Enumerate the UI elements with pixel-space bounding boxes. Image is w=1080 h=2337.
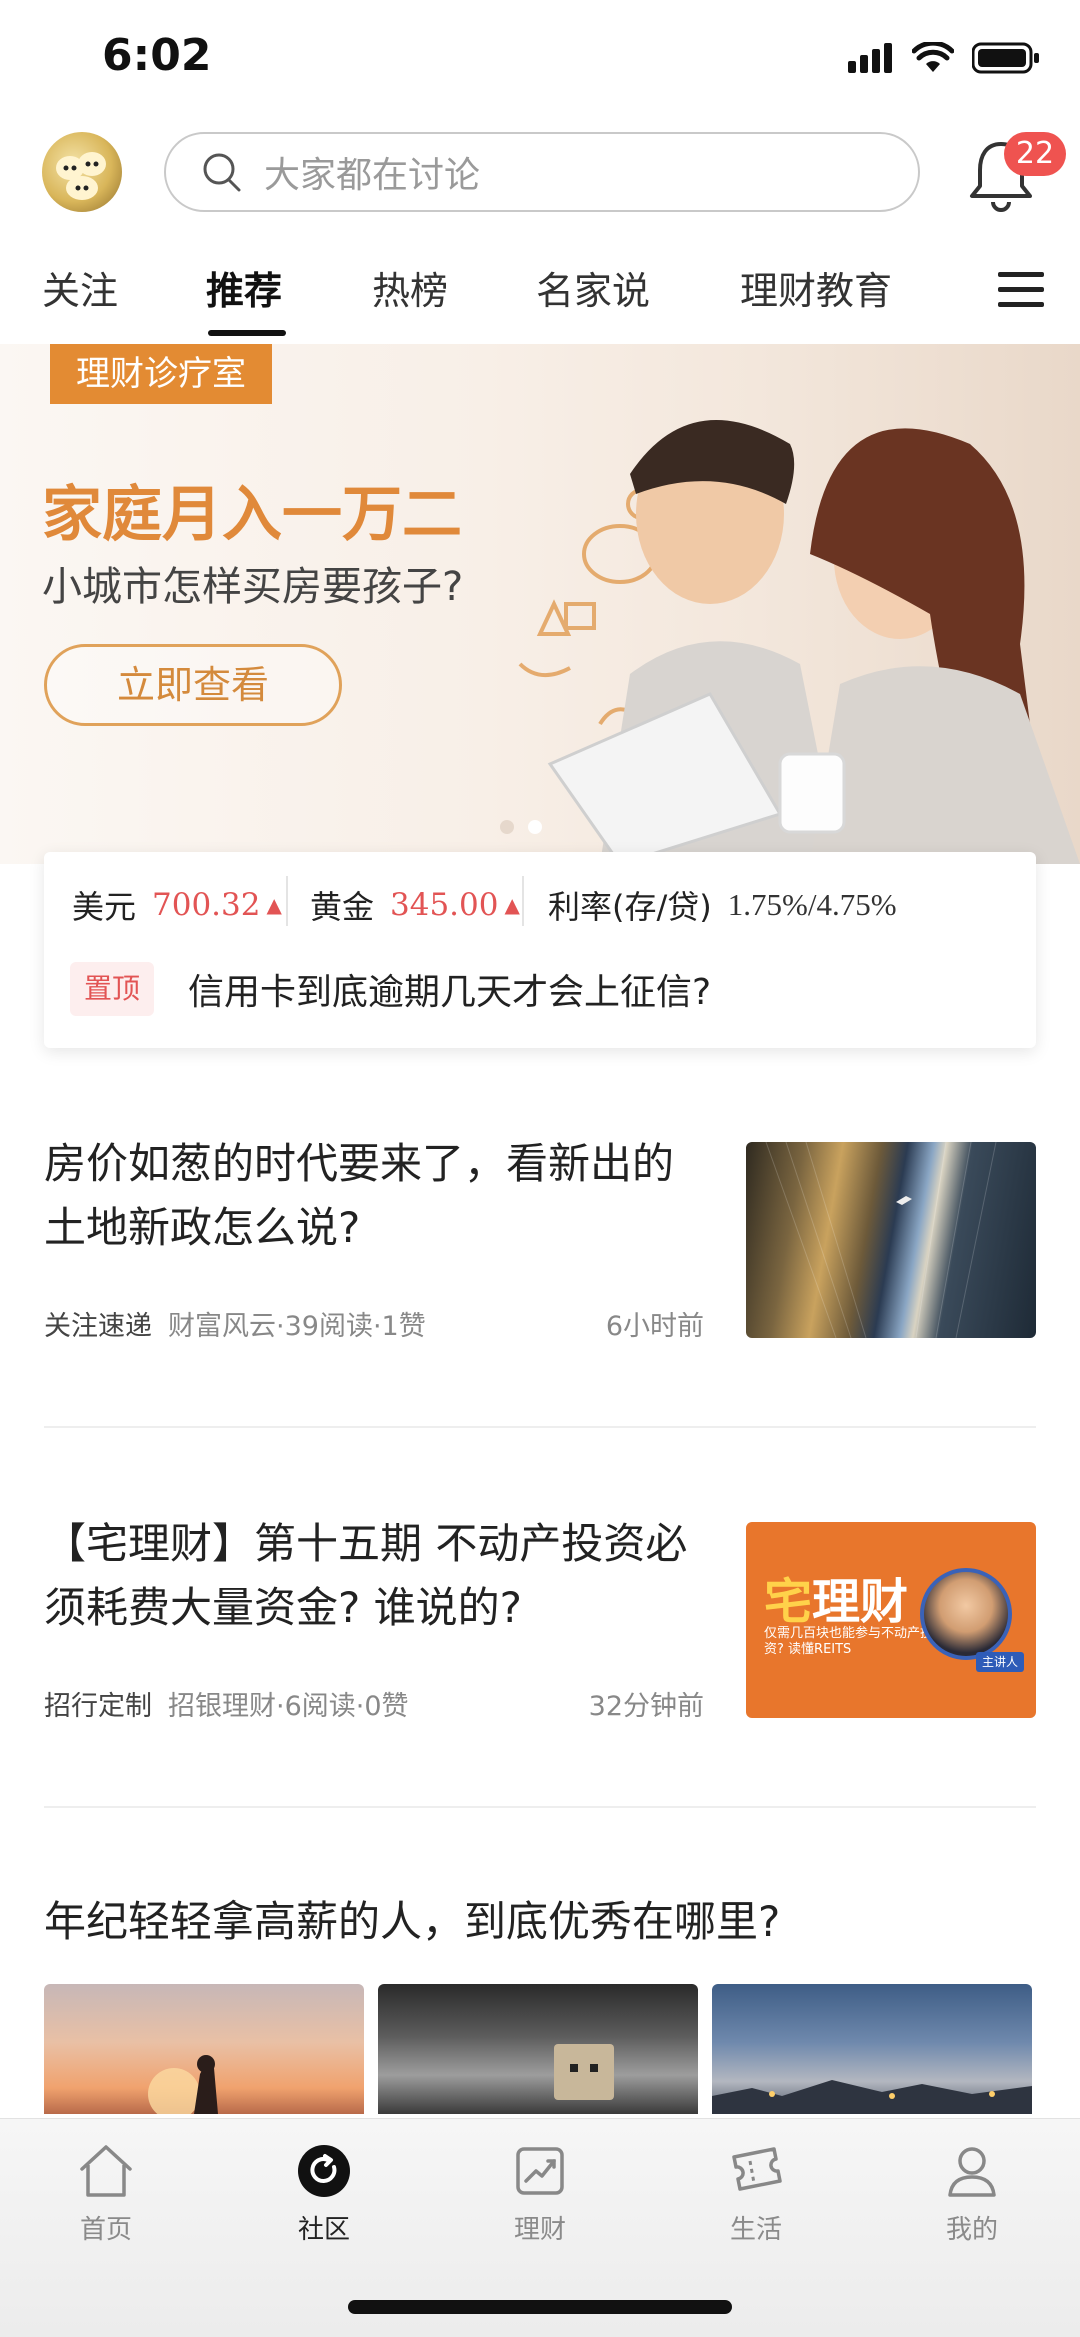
banner-tag: 理财诊疗室 <box>50 344 272 404</box>
article-photo <box>378 1984 698 2114</box>
quote-rate-label: 利率(存/贷) <box>548 888 712 926</box>
home-indicator[interactable] <box>348 2300 732 2314</box>
article-time: 6小时前 <box>605 1311 704 1342</box>
article-time: 32分钟前 <box>588 1691 704 1722</box>
pinned-badge: 置顶 <box>70 962 155 1016</box>
article-title: 年纪轻轻拿高薪的人，到底优秀在哪里? <box>44 1897 781 1946</box>
banner-subtitle: 小城市怎样买房要孩子? <box>42 564 464 610</box>
article-source-tag: 招行定制 <box>44 1691 152 1722</box>
article-title: 【宅理财】第十五期 不动产投资必须耗费大量资金? 谁说的? <box>44 1519 688 1632</box>
person-icon <box>948 2147 996 2197</box>
status-time: 6:02 <box>102 30 212 81</box>
city-dusk-image-icon <box>712 2080 1032 2114</box>
tabbar-finance[interactable]: 理财 <box>470 2139 610 2246</box>
banner-title: 家庭月入一万二 <box>42 480 462 550</box>
tab-famous-voices[interactable]: 名家说 <box>536 260 650 315</box>
article-stats: 招银理财·6阅读·0赞 <box>168 1691 409 1722</box>
skyscraper-image-icon <box>765 1142 997 1338</box>
article-thumbnail <box>746 1142 1036 1338</box>
presenter-portrait <box>920 1568 1012 1660</box>
tabbar-label: 首页 <box>79 2215 132 2245</box>
article-card[interactable]: 房价如葱的时代要来了，看新出的土地新政怎么说? 关注速递 财富风云·39阅读·1赞… <box>44 1132 1036 1342</box>
trend-up-icon: ▲ <box>504 893 520 917</box>
battery-icon <box>972 42 1039 74</box>
tabbar-life[interactable]: 生活 <box>686 2139 826 2246</box>
article-stats: 财富风云·39阅读·1赞 <box>168 1311 426 1342</box>
search-placeholder: 大家都在讨论 <box>264 155 481 196</box>
divider <box>522 876 524 926</box>
promo-banner[interactable]: 理财诊疗室 家庭月入一万二 小城市怎样买房要孩子? 立即查看 <box>0 344 1080 864</box>
banner-couple-illustration <box>518 420 1080 864</box>
article-card[interactable]: 【宅理财】第十五期 不动产投资必须耗费大量资金? 谁说的? 招行定制 招银理财·6… <box>44 1512 1036 1722</box>
tab-finance-education[interactable]: 理财教育 <box>740 260 892 315</box>
quote-rate[interactable]: 利率(存/贷) 1.75%/4.75% <box>548 882 897 928</box>
article-photo <box>44 1984 364 2114</box>
search-icon <box>203 153 241 192</box>
wifi-icon <box>912 42 954 72</box>
pinned-post[interactable]: 置顶 信用卡到底逾期几天才会上征信? <box>70 962 711 1016</box>
article-meta: 关注速递 财富风云·39阅读·1赞 6小时前 <box>44 1304 704 1343</box>
tabbar-label: 社区 <box>297 2215 350 2245</box>
banner-pagination <box>500 820 542 834</box>
quote-usd[interactable]: 美元 700.32 ▲ <box>72 882 282 928</box>
quote-gold-value: 345.00 <box>390 887 499 923</box>
tabbar-label: 我的 <box>945 2215 998 2245</box>
pagination-dot-active <box>528 820 542 834</box>
divider <box>44 1806 1036 1808</box>
article-photo-row <box>44 1984 1036 2114</box>
article-card[interactable]: 年纪轻轻拿高薪的人，到底优秀在哪里? <box>44 1890 1036 1960</box>
article-source-tag: 关注速递 <box>44 1311 152 1342</box>
notification-badge: 22 <box>1004 132 1066 176</box>
tab-hot-list[interactable]: 热榜 <box>372 260 448 315</box>
pagination-dot <box>500 820 514 834</box>
tabbar-label: 理财 <box>513 2215 566 2245</box>
thumbnail-title: 宅理财 <box>764 1574 909 1630</box>
search-input[interactable]: 大家都在讨论 <box>164 132 920 212</box>
avatar-image-icon <box>56 152 106 200</box>
article-meta: 招行定制 招银理财·6阅读·0赞 32分钟前 <box>44 1684 704 1723</box>
finance-chart-icon <box>516 2147 564 2195</box>
status-bar: 6:02 <box>0 0 1080 118</box>
home-icon <box>80 2145 132 2197</box>
community-icon <box>298 2145 350 2197</box>
robot-toy-image-icon <box>554 2044 614 2100</box>
quote-usd-value: 700.32 <box>152 887 261 923</box>
avatar[interactable] <box>42 132 122 212</box>
tabbar-me[interactable]: 我的 <box>902 2139 1042 2246</box>
tab-recommend[interactable]: 推荐 <box>206 260 282 315</box>
tabbar-label: 生活 <box>729 2215 782 2245</box>
menu-icon[interactable] <box>996 270 1046 310</box>
article-title: 房价如葱的时代要来了，看新出的土地新政怎么说? <box>44 1139 675 1252</box>
quote-gold[interactable]: 黄金 345.00 ▲ <box>310 882 520 928</box>
search-header: 大家都在讨论 22 <box>0 124 1080 224</box>
status-icons <box>848 40 1040 76</box>
thumbnail-caption: 仅需几百块也能参与不动产投资? 读懂REITS <box>764 1626 934 1657</box>
ticket-icon <box>732 2147 782 2191</box>
quote-gold-label: 黄金 <box>310 888 375 926</box>
sunset-person-image-icon <box>148 2055 218 2114</box>
quote-rate-value: 1.75%/4.75% <box>727 887 897 922</box>
tab-bar-top: 关注 推荐 热榜 名家说 理财教育 <box>0 250 1080 342</box>
article-photo <box>712 1984 1032 2114</box>
banner-view-button[interactable]: 立即查看 <box>44 644 342 726</box>
tab-follow[interactable]: 关注 <box>42 260 118 315</box>
tabbar-home[interactable]: 首页 <box>36 2139 176 2246</box>
tab-active-indicator <box>208 330 286 336</box>
pinned-text: 信用卡到底逾期几天才会上征信? <box>188 972 712 1013</box>
divider <box>286 876 288 926</box>
divider <box>44 1426 1036 1428</box>
trend-up-icon: ▲ <box>266 893 282 917</box>
market-ticker-card: 美元 700.32 ▲ 黄金 345.00 ▲ 利率(存/贷) 1.75%/4.… <box>44 852 1036 1048</box>
tabbar-community[interactable]: 社区 <box>254 2139 394 2246</box>
article-thumbnail: 宅理财 仅需几百块也能参与不动产投资? 读懂REITS 主讲人 <box>746 1522 1036 1718</box>
cellular-signal-icon <box>848 43 892 73</box>
thumbnail-badge: 主讲人 <box>975 1652 1024 1672</box>
quote-usd-label: 美元 <box>72 888 137 926</box>
